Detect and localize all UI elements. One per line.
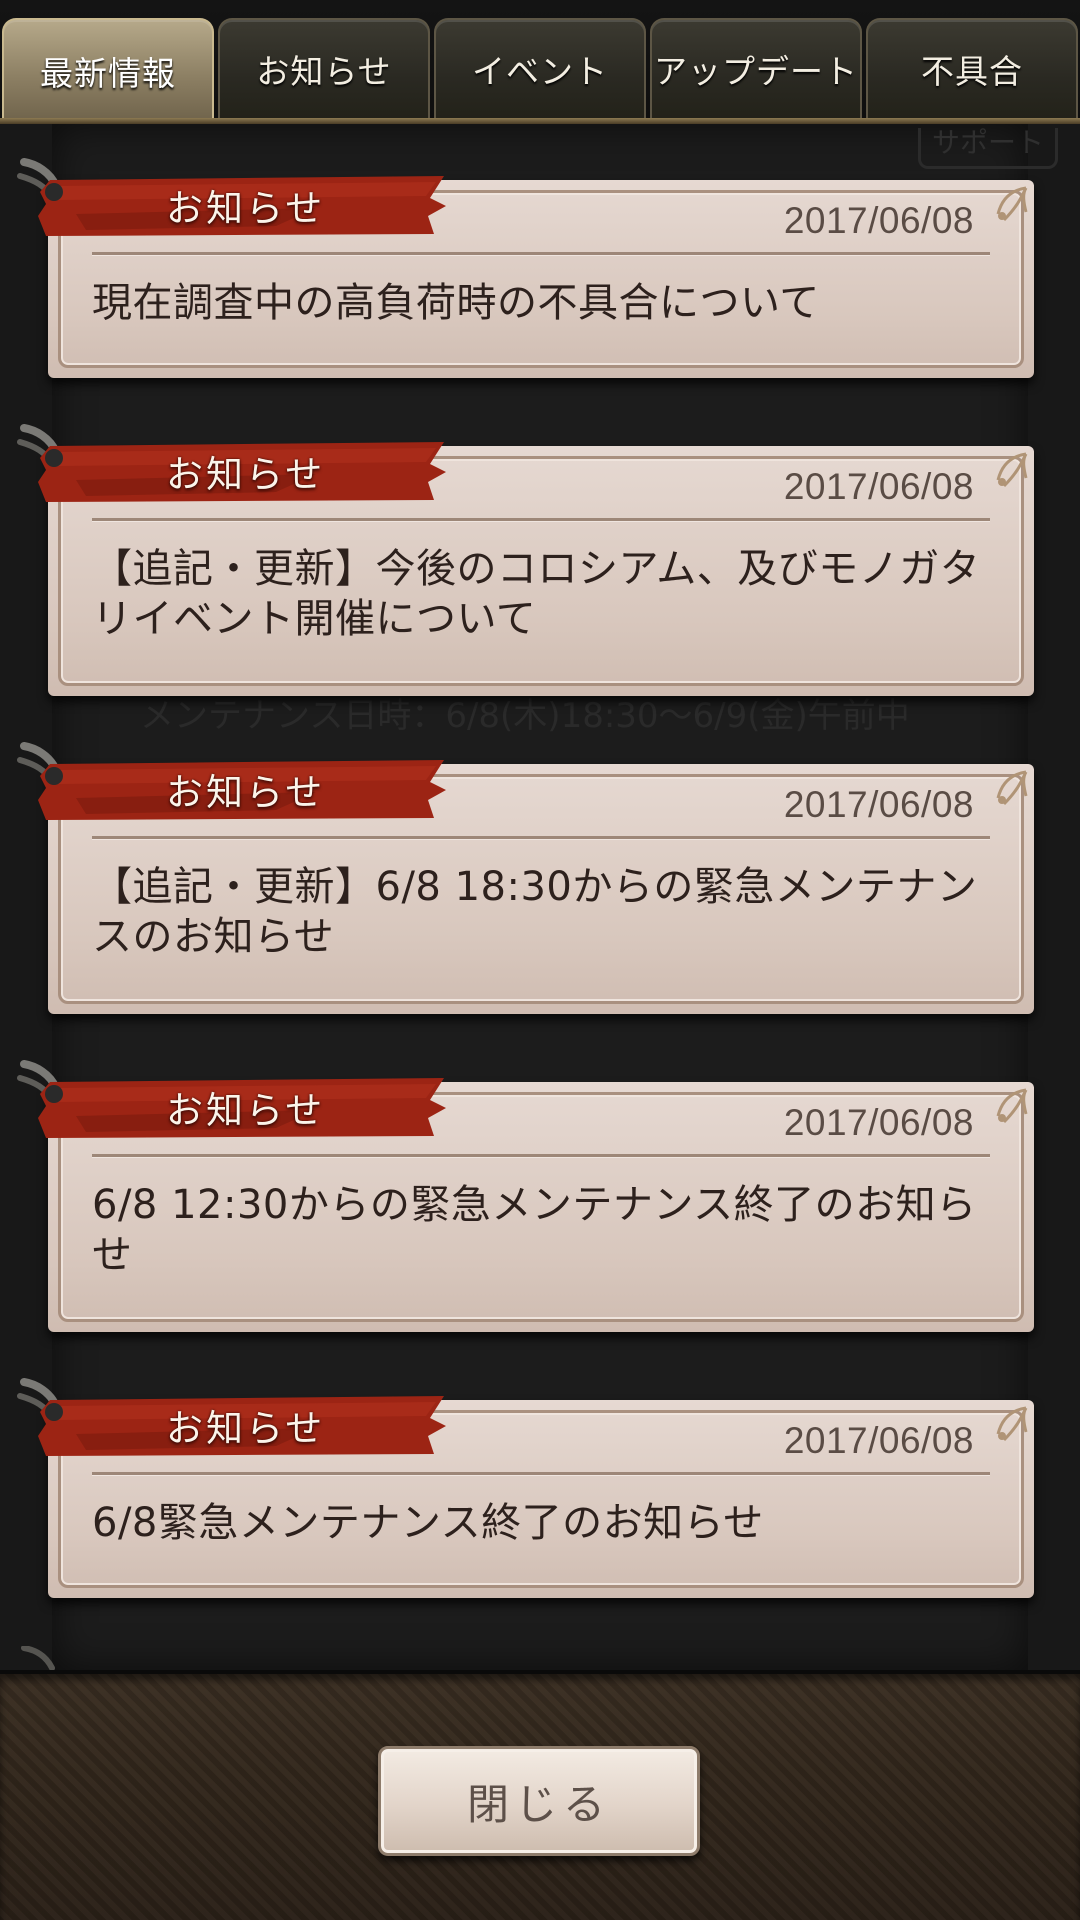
notice-title: 現在調査中の高負荷時の不具合について bbox=[92, 280, 820, 326]
corner-ornament-icon bbox=[996, 1088, 1028, 1124]
notice-date: 2017/06/08 bbox=[783, 784, 974, 825]
category-label: お知らせ bbox=[166, 453, 326, 496]
card-divider bbox=[92, 1472, 990, 1475]
notice-date: 2017/06/08 bbox=[783, 1102, 974, 1143]
category-label: お知らせ bbox=[166, 771, 326, 814]
notice-list[interactable]: サポート メンテナンス日時：6/8(木)18:30〜6/9(金)午前中 2017… bbox=[0, 124, 1080, 1670]
notice-title: 【追記・更新】6/8 18:30からの緊急メンテナンスのお知らせ bbox=[92, 864, 978, 960]
tab-updates[interactable]: アップデート bbox=[650, 18, 862, 118]
notice-date: 2017/06/08 bbox=[783, 200, 974, 241]
category-ribbon: お知らせ bbox=[16, 1058, 456, 1138]
notice-screen: 最新情報 お知らせ イベント アップデート 不具合 サポート メンテナンス日時：… bbox=[0, 0, 1080, 1920]
notice-title: 6/8緊急メンテナンス終了のお知らせ bbox=[92, 1500, 764, 1546]
tab-notices[interactable]: お知らせ bbox=[218, 18, 430, 118]
category-ribbon: お知らせ bbox=[16, 156, 456, 236]
corner-ornament-icon bbox=[996, 770, 1028, 806]
card-divider bbox=[92, 252, 990, 255]
corner-ornament-icon bbox=[996, 186, 1028, 222]
next-ribbon-edge-icon bbox=[21, 1646, 55, 1670]
card-divider bbox=[92, 1154, 990, 1157]
category-ribbon: お知らせ bbox=[16, 740, 456, 820]
card-divider bbox=[92, 836, 990, 839]
tab-bugs[interactable]: 不具合 bbox=[866, 18, 1078, 118]
category-ribbon: お知らせ bbox=[16, 422, 456, 502]
category-label: お知らせ bbox=[166, 1407, 326, 1450]
corner-ornament-icon bbox=[996, 452, 1028, 488]
notice-date: 2017/06/08 bbox=[783, 466, 974, 507]
background-support-button: サポート bbox=[918, 128, 1058, 169]
close-button[interactable]: 閉じる bbox=[378, 1746, 700, 1856]
notice-title: 6/8 12:30からの緊急メンテナンス終了のお知らせ bbox=[92, 1182, 977, 1278]
corner-ornament-icon bbox=[996, 1406, 1028, 1442]
card-divider bbox=[92, 518, 990, 521]
category-ribbon: お知らせ bbox=[16, 1376, 456, 1456]
footer-bar: 閉じる bbox=[0, 1670, 1080, 1920]
tab-latest[interactable]: 最新情報 bbox=[2, 18, 214, 122]
notice-date: 2017/06/08 bbox=[783, 1420, 974, 1461]
tab-bar: 最新情報 お知らせ イベント アップデート 不具合 bbox=[0, 0, 1080, 124]
tab-events[interactable]: イベント bbox=[434, 18, 646, 118]
category-label: お知らせ bbox=[166, 187, 326, 230]
notice-title: 【追記・更新】今後のコロシアム、及びモノガタリイベント開催について bbox=[92, 546, 981, 642]
category-label: お知らせ bbox=[166, 1089, 326, 1132]
